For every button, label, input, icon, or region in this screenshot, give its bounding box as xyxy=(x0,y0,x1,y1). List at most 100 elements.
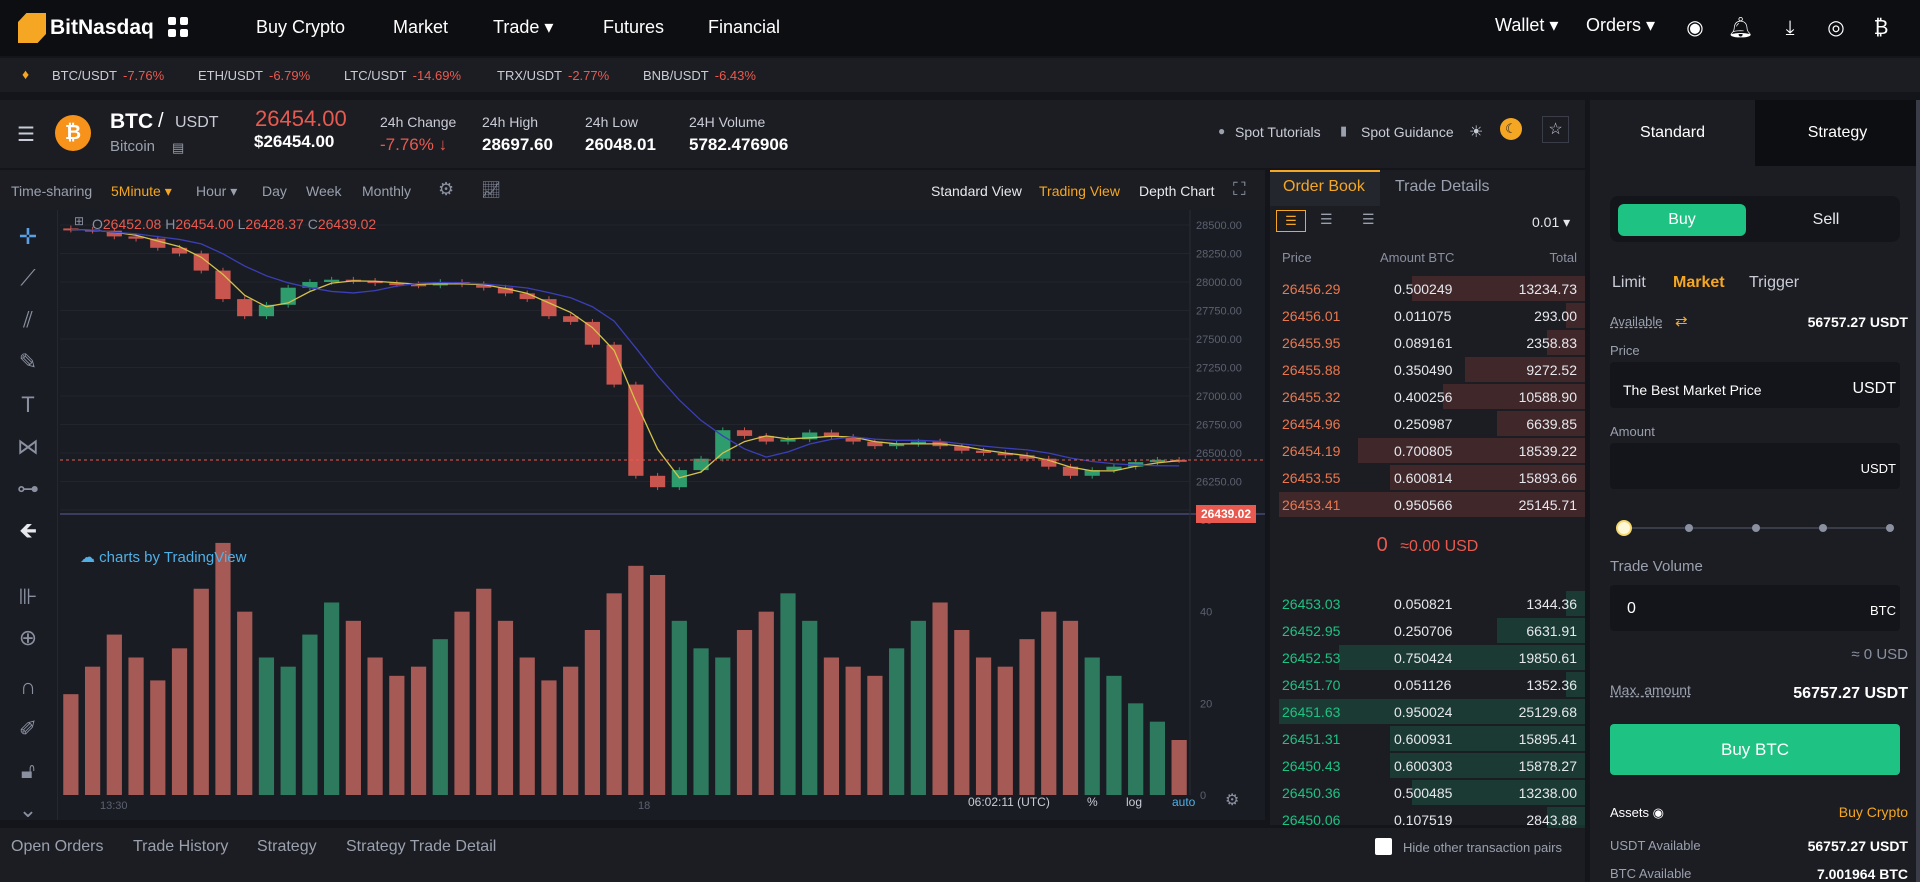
tab-trade-history[interactable]: Trade History xyxy=(133,838,228,856)
orderbook-row[interactable]: 26455.95 0.089161 2358.83 xyxy=(1270,329,1585,356)
buy-toggle[interactable]: Buy xyxy=(1618,204,1746,236)
tab-strategy-orders[interactable]: Strategy xyxy=(257,838,317,856)
eye-icon[interactable]: ◉ xyxy=(1653,805,1664,820)
text-tool-icon[interactable]: T xyxy=(13,390,43,420)
apps-grid-icon[interactable] xyxy=(168,17,188,37)
nav-financial[interactable]: Financial xyxy=(708,17,780,38)
download-icon[interactable]: ⤓ xyxy=(1778,16,1802,40)
tab-open-orders[interactable]: Open Orders xyxy=(11,838,103,856)
unlock-icon[interactable]: 🔓︎ xyxy=(13,756,43,786)
buy-btc-button[interactable]: Buy BTC xyxy=(1610,724,1900,775)
ruler-icon[interactable]: ⊪ xyxy=(13,582,43,612)
trade-volume-input[interactable] xyxy=(1610,585,1900,631)
moon-icon[interactable]: ☾ xyxy=(1500,118,1522,140)
user-icon[interactable]: ◉ xyxy=(1683,16,1707,40)
utc-clock[interactable]: 06:02:11 (UTC) xyxy=(968,795,1050,809)
ticker-item[interactable]: ETH/USDT -6.79% xyxy=(198,68,310,83)
orderbook-row[interactable]: 26451.70 0.051126 1352.36 xyxy=(1270,671,1585,698)
orderbook-row[interactable]: 26455.32 0.400256 10588.90 xyxy=(1270,383,1585,410)
slider-stop[interactable] xyxy=(1886,524,1894,532)
crosshair-icon[interactable]: ✛ xyxy=(13,222,43,252)
slider-stop[interactable] xyxy=(1752,524,1760,532)
orders-menu[interactable]: Orders ▾ xyxy=(1586,15,1655,36)
panel-scrollbar[interactable] xyxy=(1916,100,1920,882)
tradingview-watermark[interactable]: ☁ charts by TradingView xyxy=(80,548,246,566)
interval-time-sharing[interactable]: Time-sharing xyxy=(11,183,92,199)
sun-icon[interactable]: ☀ xyxy=(1469,122,1483,142)
layout-bids-icon[interactable]: ☰ xyxy=(1320,211,1333,228)
interval-week[interactable]: Week xyxy=(306,183,342,199)
orderbook-row[interactable]: 26456.29 0.500249 13234.73 xyxy=(1270,275,1585,302)
orderbook-row[interactable]: 26454.96 0.250987 6639.85 xyxy=(1270,410,1585,437)
type-trigger[interactable]: Trigger xyxy=(1749,274,1799,292)
orderbook-row[interactable]: 26450.43 0.600303 15878.27 xyxy=(1270,752,1585,779)
orderbook-row[interactable]: 26451.31 0.600931 15895.41 xyxy=(1270,725,1585,752)
brush-icon[interactable]: ✎ xyxy=(13,347,43,377)
spot-guidance-link[interactable]: Spot Guidance xyxy=(1361,124,1454,140)
fib-tool-icon[interactable]: ⫽ xyxy=(13,305,43,335)
interval-hour[interactable]: Hour ▾ xyxy=(196,183,237,200)
ticker-item[interactable]: BTC/USDT -7.76% xyxy=(52,68,164,83)
percent-toggle[interactable]: % xyxy=(1087,795,1098,809)
available-label[interactable]: Available xyxy=(1610,314,1663,329)
globe-icon[interactable]: ◎ xyxy=(1824,16,1848,40)
nav-market[interactable]: Market xyxy=(393,17,448,38)
zoom-in-icon[interactable]: ⊕ xyxy=(13,623,43,653)
bitcoin-settings-icon[interactable]: ₿ xyxy=(1869,16,1893,40)
interval-day[interactable]: Day xyxy=(262,183,287,199)
pattern-icon[interactable]: ⋈ xyxy=(13,432,43,462)
buy-crypto-link[interactable]: Buy Crypto xyxy=(1839,804,1908,820)
chart-settings-icon[interactable]: ⚙ xyxy=(438,179,454,200)
orderbook-row[interactable]: 26455.88 0.350490 9272.52 xyxy=(1270,356,1585,383)
nav-futures[interactable]: Futures xyxy=(603,17,664,38)
orderbook-row[interactable]: 26456.01 0.011075 293.00 xyxy=(1270,302,1585,329)
ohlc-toggle-icon[interactable]: ⊞ xyxy=(74,214,84,228)
auto-toggle[interactable]: auto xyxy=(1172,795,1195,809)
orderbook-row[interactable]: 26451.63 0.950024 25129.68 xyxy=(1270,698,1585,725)
log-toggle[interactable]: log xyxy=(1126,795,1142,809)
base-symbol[interactable]: BTC xyxy=(110,110,153,134)
menu-icon[interactable]: ☰ xyxy=(17,122,35,147)
trend-line-icon[interactable]: ⟋ xyxy=(13,263,43,293)
ticker-item[interactable]: BNB/USDT -6.43% xyxy=(643,68,756,83)
orderbook-row[interactable]: 26453.03 0.050821 1344.36 xyxy=(1270,590,1585,617)
slider-stop[interactable] xyxy=(1819,524,1827,532)
standard-view-tab[interactable]: Standard View xyxy=(931,183,1022,199)
measure-icon[interactable]: ⊶ xyxy=(13,474,43,504)
bell-icon[interactable]: 🔔︎ xyxy=(1728,16,1753,40)
layout-asks-icon[interactable]: ☰ xyxy=(1362,211,1375,228)
logo[interactable]: BitNasdaq xyxy=(18,13,154,43)
wallet-menu[interactable]: Wallet ▾ xyxy=(1495,15,1558,36)
nav-buy-crypto[interactable]: Buy Crypto xyxy=(256,17,345,38)
slider-stop[interactable] xyxy=(1685,524,1693,532)
magnet-icon[interactable]: ∩ xyxy=(13,672,43,702)
orderbook-row[interactable]: 26453.55 0.600814 15893.66 xyxy=(1270,464,1585,491)
amount-input[interactable] xyxy=(1610,443,1900,489)
type-limit[interactable]: Limit xyxy=(1612,274,1646,292)
orderbook-row[interactable]: 26453.41 0.950566 25145.71 xyxy=(1270,491,1585,518)
fullscreen-icon[interactable]: ⛶ xyxy=(1233,179,1246,200)
tab-trade-details[interactable]: Trade Details xyxy=(1395,178,1490,196)
transfer-icon[interactable]: ⇄ xyxy=(1675,312,1688,330)
tab-strategy[interactable]: Strategy xyxy=(1755,100,1920,166)
depth-chart-tab[interactable]: Depth Chart xyxy=(1139,183,1214,199)
trading-view-tab[interactable]: Trading View xyxy=(1039,183,1120,199)
favorite-star-icon[interactable]: ☆ xyxy=(1542,116,1569,143)
orderbook-row[interactable]: 26452.95 0.250706 6631.91 xyxy=(1270,617,1585,644)
nav-trade[interactable]: Trade ▾ xyxy=(493,17,553,38)
hide-pairs-checkbox[interactable] xyxy=(1375,838,1392,855)
spot-tutorials-link[interactable]: Spot Tutorials xyxy=(1235,124,1321,140)
doc-icon[interactable]: ▤ xyxy=(172,140,184,156)
tab-standard[interactable]: Standard xyxy=(1590,100,1755,166)
max-amount-label[interactable]: Max. amount xyxy=(1610,682,1691,698)
indicators-icon[interactable]: 📈︎ xyxy=(481,180,501,200)
type-market[interactable]: Market xyxy=(1673,274,1725,292)
slider-handle[interactable] xyxy=(1616,520,1632,536)
tab-strategy-trade-detail[interactable]: Strategy Trade Detail xyxy=(346,838,496,856)
back-arrow-icon[interactable]: 🡸 xyxy=(13,516,43,546)
orderbook-row[interactable]: 26452.53 0.750424 19850.61 xyxy=(1270,644,1585,671)
chevron-down-icon[interactable]: ⌄ xyxy=(13,795,43,825)
ticker-item[interactable]: TRX/USDT -2.77% xyxy=(497,68,609,83)
interval-5minute[interactable]: 5Minute ▾ xyxy=(111,183,172,200)
orderbook-row[interactable]: 26450.36 0.500485 13238.00 xyxy=(1270,779,1585,806)
